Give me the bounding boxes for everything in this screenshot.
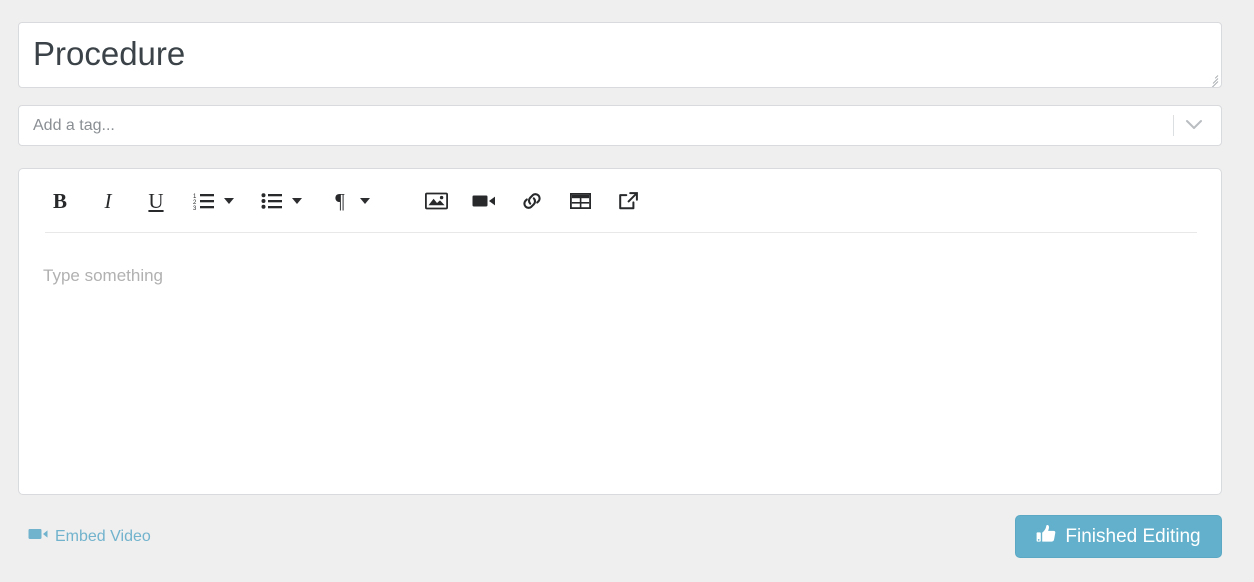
rich-text-editor: B I U 1 2 3 ¶ Type something (18, 168, 1222, 495)
svg-text:3: 3 (193, 206, 197, 210)
paragraph-style-button[interactable]: ¶ (325, 184, 355, 218)
title-value: Procedure (33, 35, 186, 72)
resize-grip-icon[interactable] (1206, 72, 1219, 87)
editor-content-area[interactable]: Type something (19, 233, 1221, 494)
finished-editing-label: Finished Editing (1065, 525, 1201, 547)
bullet-list-options-button[interactable] (287, 184, 307, 218)
ordered-list-options-button[interactable] (219, 184, 239, 218)
bold-button[interactable]: B (45, 184, 75, 218)
insert-image-button[interactable] (421, 184, 451, 218)
popout-editor-button[interactable] (613, 184, 643, 218)
embed-video-link[interactable]: Embed Video (28, 527, 151, 546)
paragraph-style-options-button[interactable] (355, 184, 375, 218)
chevron-down-icon[interactable] (1181, 106, 1207, 145)
caret-down-icon (360, 198, 370, 204)
thumbs-up-icon (1036, 524, 1056, 549)
underline-button[interactable]: U (141, 184, 171, 218)
editor-page: Procedure Add a tag... B I U 1 2 3 ¶ Typ… (0, 0, 1254, 582)
tag-placeholder: Add a tag... (33, 117, 115, 134)
editor-toolbar: B I U 1 2 3 ¶ (19, 169, 1221, 233)
caret-down-icon (224, 198, 234, 204)
editor-placeholder: Type something (43, 266, 164, 285)
ordered-list-button[interactable]: 1 2 3 (189, 184, 219, 218)
italic-button[interactable]: I (93, 184, 123, 218)
bullet-list-button[interactable] (257, 184, 287, 218)
finished-editing-button[interactable]: Finished Editing (1015, 515, 1222, 558)
video-camera-icon (28, 527, 48, 546)
tag-select[interactable]: Add a tag... (18, 105, 1222, 146)
caret-down-icon (292, 198, 302, 204)
embed-video-label: Embed Video (55, 527, 151, 545)
tag-separator (1173, 115, 1174, 136)
insert-link-button[interactable] (517, 184, 547, 218)
insert-table-button[interactable] (565, 184, 595, 218)
insert-video-button[interactable] (469, 184, 499, 218)
title-input[interactable]: Procedure (18, 22, 1222, 88)
